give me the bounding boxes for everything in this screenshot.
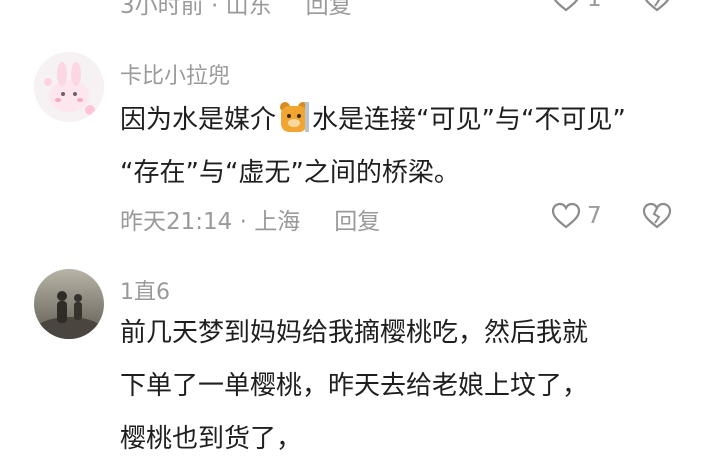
like-button[interactable]: 1 <box>551 0 602 14</box>
comment-meta: 昨天21:14 · 上海 回复 <box>120 202 380 236</box>
comment-actions: 7 <box>551 201 672 231</box>
comment-time-location: 昨天21:14 · 上海 <box>120 209 301 235</box>
avatar[interactable] <box>34 269 104 339</box>
comment-content: 因为水是媒介 水是连接“可见”与“不可见” “存在”与“虚无”之间的桥梁。 <box>120 94 700 200</box>
comment-text: 水是连接“可见”与“不可见” <box>312 105 626 135</box>
reply-button[interactable]: 回复 <box>334 202 380 236</box>
like-button[interactable]: 7 <box>551 201 602 231</box>
like-count: 1 <box>587 0 602 12</box>
comment-line: 下单了一单樱桃，昨天去给老娘上坟了， <box>120 371 589 401</box>
comment-line: 樱桃也到货了， <box>120 424 303 454</box>
comment-text: 因为水是媒介 <box>120 105 277 135</box>
comment-username[interactable]: 1直6 <box>120 274 170 306</box>
like-count: 7 <box>587 203 602 229</box>
comment-line: 因为水是媒介 水是连接“可见”与“不可见” <box>120 94 700 147</box>
comment-username[interactable]: 卡比小拉兜 <box>120 58 230 90</box>
comment-content: 前几天梦到妈妈给我摘樱桃吃，然后我就 下单了一单樱桃，昨天去给老娘上坟了， 樱桃… <box>120 307 700 466</box>
heart-icon <box>553 0 579 12</box>
bear-emoji-icon <box>278 100 310 134</box>
silhouette-avatar-icon <box>34 269 104 339</box>
dislike-button[interactable] <box>642 201 672 231</box>
comment-line: 前几天梦到妈妈给我摘樱桃吃，然后我就 <box>120 318 589 348</box>
avatar[interactable] <box>34 52 104 122</box>
broken-heart-icon <box>642 202 671 229</box>
comment-0-footer: 3小时前 · 山东 回复 1 <box>0 0 719 19</box>
heart-icon <box>551 202 581 229</box>
comment-actions: 1 <box>551 0 672 14</box>
dislike-button[interactable] <box>642 0 672 14</box>
bunny-avatar-icon <box>34 52 104 122</box>
comment-line: “存在”与“虚无”之间的桥梁。 <box>120 158 460 188</box>
broken-heart-icon <box>644 0 669 12</box>
comment-time-location: 3小时前 · 山东 <box>120 0 272 19</box>
comment-meta: 3小时前 · 山东 回复 <box>120 0 352 20</box>
reply-button[interactable]: 回复 <box>306 0 352 20</box>
